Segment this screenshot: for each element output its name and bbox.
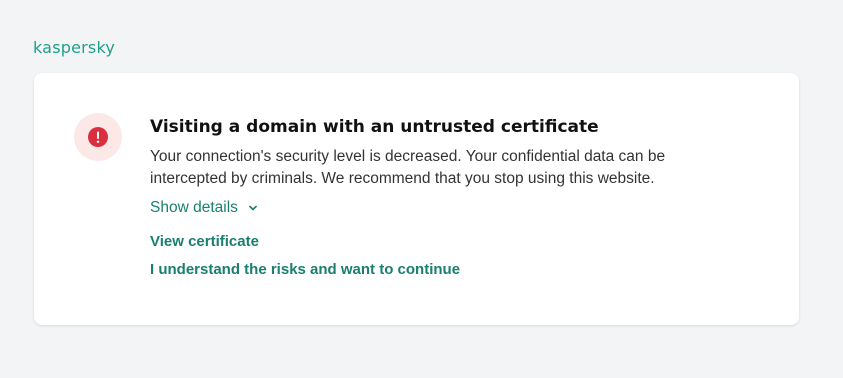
action-links: View certificate I understand the risks … <box>150 232 750 280</box>
continue-anyway-link[interactable]: I understand the risks and want to conti… <box>150 260 750 280</box>
kaspersky-logo: kaspersky <box>33 38 116 57</box>
warning-description: Your connection's security level is decr… <box>150 148 666 187</box>
warning-title: Visiting a domain with an untrusted cert… <box>150 117 599 137</box>
alert-icon-container <box>74 113 122 161</box>
warning-content: Visiting a domain with an untrusted cert… <box>150 115 750 288</box>
warning-card: Visiting a domain with an untrusted cert… <box>34 73 799 325</box>
show-details-toggle[interactable]: Show details <box>150 198 258 218</box>
view-certificate-link[interactable]: View certificate <box>150 232 750 252</box>
show-details-label: Show details <box>150 199 238 216</box>
chevron-down-icon <box>249 205 257 211</box>
exclamation-circle-icon <box>88 127 108 147</box>
